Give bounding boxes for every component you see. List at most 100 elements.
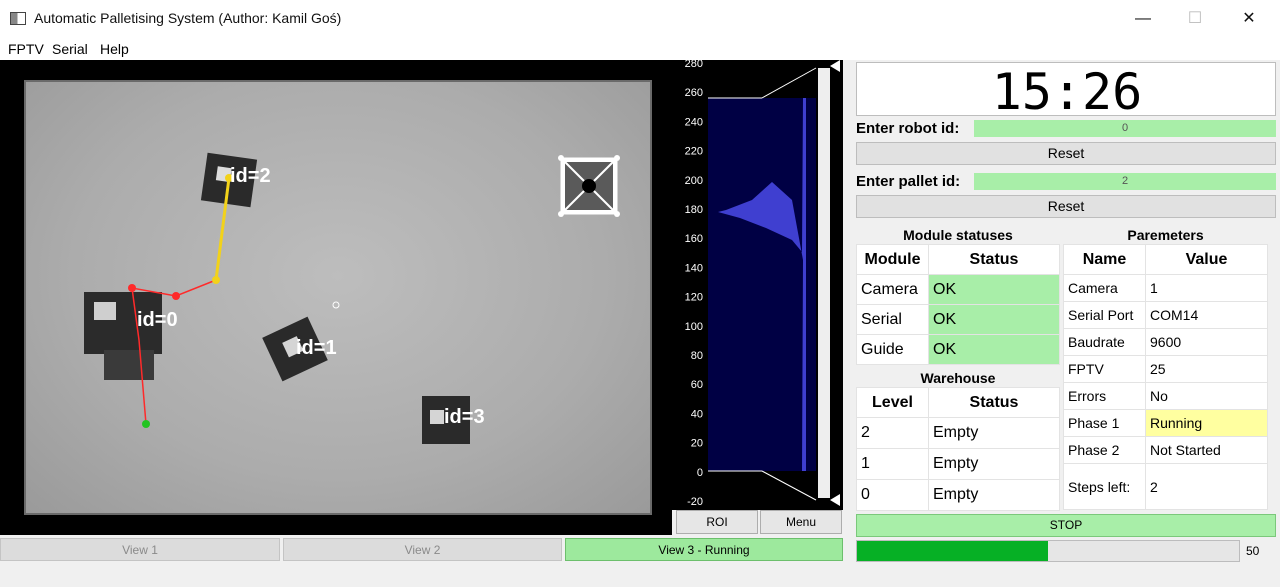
warehouse-status: Empty: [928, 479, 1060, 511]
clock-display: 15:26: [856, 62, 1276, 121]
histogram-tick-label: 40: [691, 408, 703, 420]
table-row: Steps left: 2: [1063, 463, 1268, 510]
table-row: Serial Port COM14: [1063, 301, 1268, 329]
progress-bar: [856, 540, 1240, 562]
table-row: Camera 1: [1063, 274, 1268, 302]
param-name: FPTV: [1063, 355, 1146, 383]
slider-top-handle[interactable]: [830, 60, 840, 72]
tab-view-2[interactable]: View 2: [283, 538, 562, 561]
menu-bar: FPTV Serial Help: [0, 38, 1280, 60]
histogram-tick-label: 200: [685, 175, 703, 187]
module-status: OK: [928, 304, 1060, 335]
histogram-tick-label: 180: [685, 204, 703, 216]
histogram-tick-label: 0: [697, 467, 703, 479]
histogram-tick-label: 20: [691, 438, 703, 450]
marker-label-id1: id=1: [296, 337, 337, 359]
module-name: Camera: [856, 274, 929, 305]
parameters-table: Name Value Camera 1 Serial Port COM14 Ba…: [1063, 244, 1268, 510]
module-status: OK: [928, 274, 1060, 305]
parameters-title: Paremeters: [1127, 227, 1204, 243]
warehouse-level: 2: [856, 417, 929, 449]
pallet-reset-button[interactable]: Reset: [856, 195, 1276, 218]
histogram-tick-label: 120: [685, 292, 703, 304]
histogram-tick-label: 100: [685, 321, 703, 333]
maximize-button[interactable]: ☐: [1172, 0, 1218, 38]
module-name: Guide: [856, 334, 929, 365]
warehouse-status: Empty: [928, 417, 1060, 449]
histogram-tick-label: 260: [685, 87, 703, 99]
param-name: Errors: [1063, 382, 1146, 410]
robot-id-input[interactable]: 0: [974, 120, 1276, 137]
close-button[interactable]: ✕: [1226, 0, 1272, 38]
slider-bottom-handle[interactable]: [830, 494, 840, 506]
marker-label-id2: id=2: [230, 165, 271, 187]
module-status-table: Module Status Camera OK Serial OK Guide …: [856, 244, 1060, 365]
minimize-button[interactable]: —: [1120, 0, 1166, 38]
histogram-tick-label: 80: [691, 350, 703, 362]
col-module: Module: [856, 244, 929, 275]
module-name: Serial: [856, 304, 929, 335]
table-row: Guide OK: [856, 334, 1060, 365]
progress-fill: [857, 541, 1048, 561]
roi-button[interactable]: ROI: [676, 510, 758, 534]
col-value: Value: [1145, 244, 1268, 275]
pallet-id-input[interactable]: 2: [974, 173, 1276, 190]
tab-view-3[interactable]: View 3 - Running: [565, 538, 843, 561]
table-row: 0 Empty: [856, 479, 1060, 511]
col-status: Status: [928, 244, 1060, 275]
menu-serial[interactable]: Serial: [52, 41, 88, 57]
waypoint: [212, 276, 220, 284]
table-row: Phase 1 Running: [1063, 409, 1268, 437]
module-statuses-title: Module statuses: [903, 227, 1013, 243]
menu-fptv[interactable]: FPTV: [8, 41, 44, 57]
param-name: Steps left:: [1063, 463, 1146, 510]
histogram-tick-label: 240: [685, 116, 703, 128]
param-value: No: [1145, 382, 1268, 410]
histogram-tick-label: 140: [685, 262, 703, 274]
col-level: Level: [856, 387, 929, 418]
table-row: 1 Empty: [856, 448, 1060, 480]
waypoint: [128, 284, 136, 292]
aruco-marker-0: [84, 292, 162, 380]
table-row: Baudrate 9600: [1063, 328, 1268, 356]
tab-view-1[interactable]: View 1: [0, 538, 280, 561]
robot-reset-button[interactable]: Reset: [856, 142, 1276, 165]
param-value: 25: [1145, 355, 1268, 383]
histogram-plot-area: [708, 98, 816, 471]
histogram-menu-button[interactable]: Menu: [760, 510, 842, 534]
histogram-chart: 280260240220200180160140120100806040200-…: [685, 60, 840, 508]
histogram-tick-label: 280: [685, 60, 703, 70]
param-value: 1: [1145, 274, 1268, 302]
window-title: Automatic Palletising System (Author: Ka…: [34, 10, 342, 26]
target-marker: [558, 155, 620, 217]
warehouse-status: Empty: [928, 448, 1060, 480]
warehouse-level: 0: [856, 479, 929, 511]
menu-help[interactable]: Help: [100, 41, 129, 57]
param-value: COM14: [1145, 301, 1268, 329]
table-row: Errors No: [1063, 382, 1268, 410]
warehouse-table: Level Status 2 Empty 1 Empty 0 Empty: [856, 387, 1060, 511]
param-value: 9600: [1145, 328, 1268, 356]
table-row: Serial OK: [856, 304, 1060, 335]
marker-label-id0: id=0: [137, 309, 178, 331]
camera-overlay: id=2 id=0 id=1 id=3: [84, 152, 620, 444]
param-value: Not Started: [1145, 436, 1268, 464]
histogram-tick-label: 60: [691, 379, 703, 391]
progress-text: 50: [1246, 544, 1260, 558]
histogram-tick-label: -20: [687, 496, 703, 508]
app-icon: [10, 12, 26, 25]
histogram-tick-label: 220: [685, 146, 703, 158]
table-row: Camera OK: [856, 274, 1060, 305]
param-name: Baudrate: [1063, 328, 1146, 356]
param-name: Phase 2: [1063, 436, 1146, 464]
stop-button[interactable]: STOP: [856, 514, 1276, 537]
table-row: FPTV 25: [1063, 355, 1268, 383]
table-row: Phase 2 Not Started: [1063, 436, 1268, 464]
center-mark: [332, 301, 340, 309]
waypoint: [172, 292, 180, 300]
warehouse-title: Warehouse: [920, 370, 996, 386]
param-name: Phase 1: [1063, 409, 1146, 437]
robot-id-label: Enter robot id:: [856, 120, 960, 137]
histogram-slider[interactable]: [818, 68, 830, 498]
table-row: 2 Empty: [856, 417, 1060, 449]
